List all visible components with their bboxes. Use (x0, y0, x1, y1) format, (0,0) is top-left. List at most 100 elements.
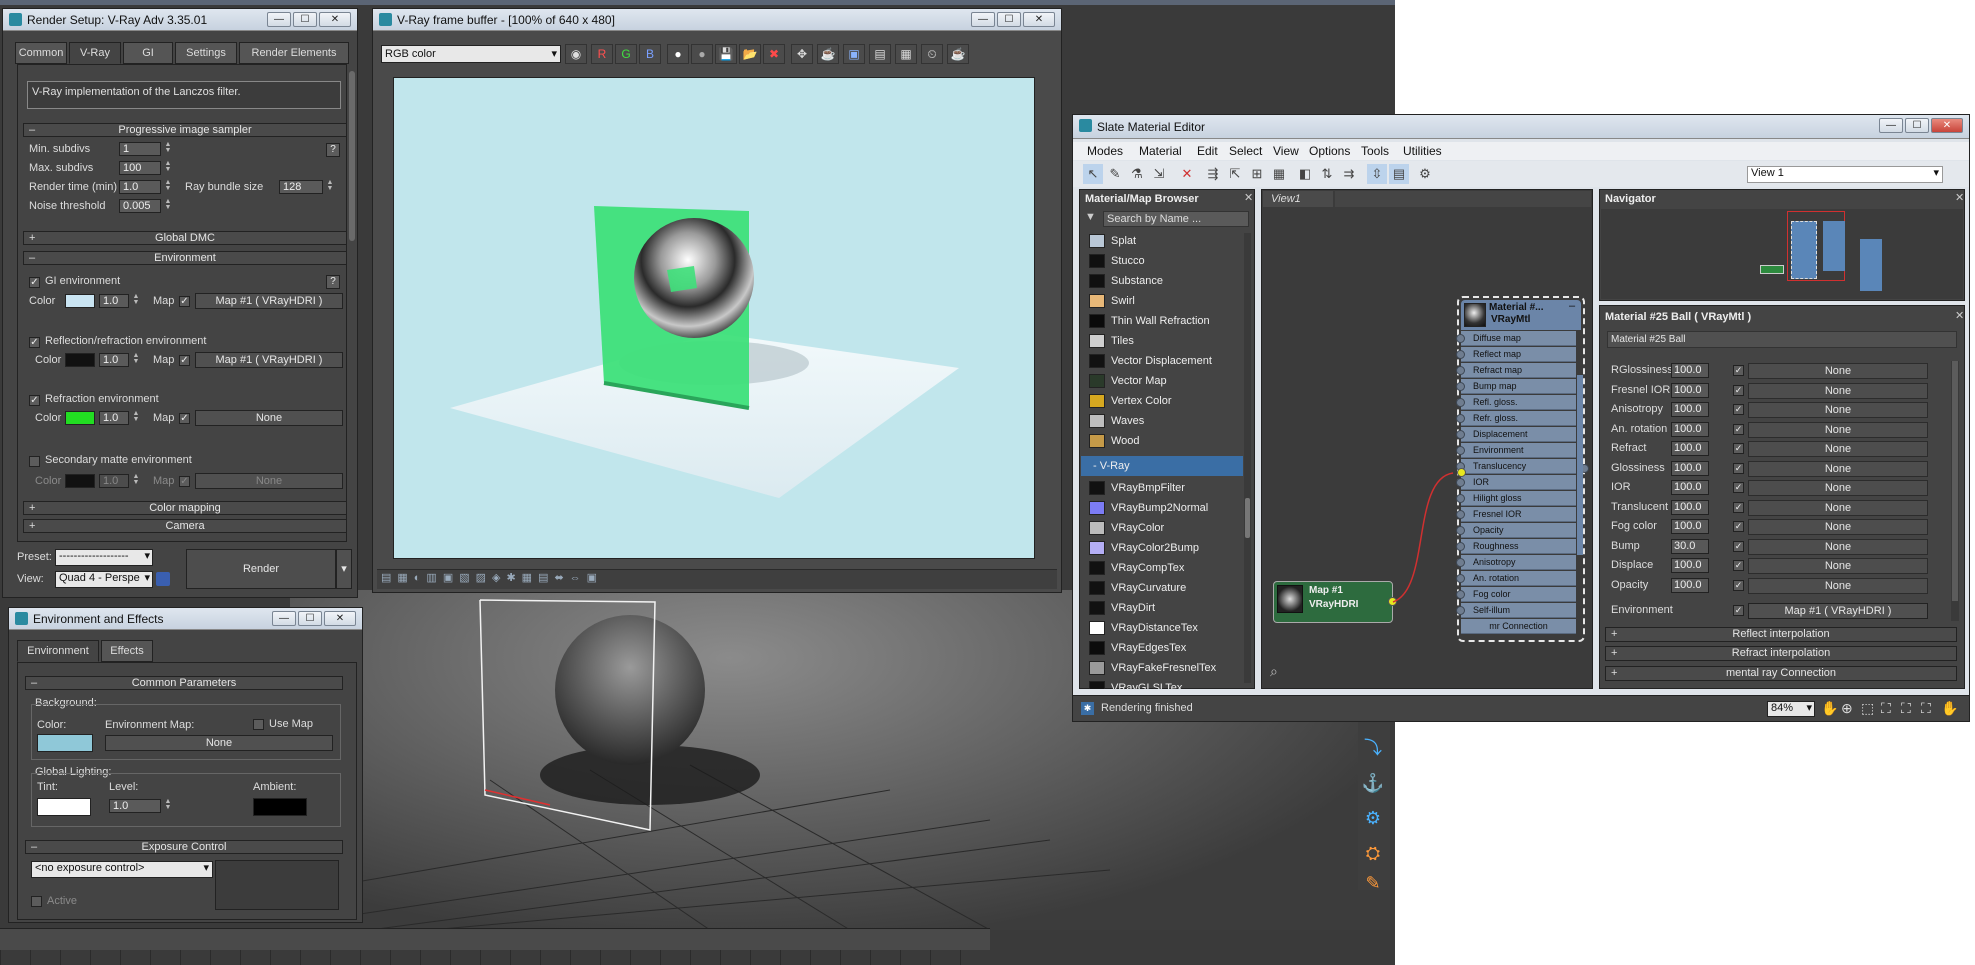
map-list-item[interactable]: VRayGLSLTex (1081, 678, 1243, 689)
param-map-button[interactable]: None (1748, 363, 1928, 379)
refl-env-checkbox[interactable]: ✓ (29, 337, 40, 348)
spinner-arrows[interactable]: ▲ ▼ (163, 160, 173, 175)
tab-effects[interactable]: Effects (101, 640, 153, 662)
active-checkbox[interactable] (31, 896, 42, 907)
ambient-swatch[interactable] (253, 798, 307, 816)
help-button[interactable]: ? (326, 143, 340, 157)
delete-icon[interactable]: ✕ (1177, 164, 1197, 184)
progressive-header[interactable]: – Progressive image sampler (23, 123, 347, 137)
show-map-icon[interactable]: ◧ (1295, 164, 1315, 184)
helper-icon-1[interactable]: ⤵ (1360, 735, 1386, 761)
param-map-button[interactable]: None (1748, 402, 1928, 418)
history-icon[interactable]: ⏲ (921, 44, 943, 64)
spinner-arrows[interactable]: ▲ ▼ (325, 179, 335, 194)
env-map-button[interactable]: None (105, 735, 333, 751)
helper-icon-4[interactable]: ⛭ (1360, 840, 1386, 866)
helper-icon-3[interactable]: ⚙ (1360, 805, 1386, 831)
pan-to-node-icon[interactable]: ✋ (1941, 700, 1958, 717)
tint-swatch[interactable] (37, 798, 91, 816)
map-list-item[interactable]: VRayBmpFilter (1081, 478, 1243, 498)
gi-color-swatch[interactable] (65, 294, 95, 308)
minimize-button[interactable]: — (267, 12, 291, 27)
close-button[interactable]: ✕ (324, 611, 356, 626)
pan-icon[interactable]: ✋ (1821, 700, 1838, 717)
common-params-header[interactable]: – Common Parameters (25, 676, 343, 690)
helper-icon-5[interactable]: ✎ (1360, 870, 1386, 896)
param-map-button[interactable]: None (1748, 382, 1928, 399)
refl-multiplier[interactable]: 1.0 (99, 353, 129, 367)
param-map-button[interactable]: None (1748, 499, 1928, 516)
map-list-item[interactable]: VRayEdgesTex (1081, 638, 1243, 658)
param-map-checkbox[interactable]: ✓ (1733, 443, 1744, 454)
refr-env-checkbox[interactable]: ✓ (29, 395, 40, 406)
select-by-material-icon[interactable]: ⚙ (1415, 164, 1435, 184)
sec-multiplier[interactable]: 1.0 (99, 474, 129, 488)
tab-vray[interactable]: V-Ray (69, 42, 121, 64)
red-channel-button[interactable]: R (591, 44, 613, 64)
hide-unused-icon[interactable]: ⇱ (1225, 164, 1245, 184)
mental-ray-rollout[interactable]: + mental ray Connection (1605, 666, 1957, 681)
lock-view-icon[interactable] (156, 572, 170, 586)
green-channel-button[interactable]: G (615, 44, 637, 64)
parameter-editor-toggle-icon[interactable]: ▤ (1389, 164, 1409, 184)
timeline[interactable] (0, 928, 990, 950)
global-dmc-rollout[interactable]: + Global DMC (23, 231, 347, 245)
maximize-button[interactable]: ☐ (997, 12, 1021, 27)
param-amount-field[interactable]: 100.0 (1671, 421, 1709, 437)
menu-select[interactable]: Select (1229, 144, 1262, 158)
tab-common[interactable]: Common (15, 42, 67, 64)
vray-group-header[interactable]: - V-Ray (1081, 456, 1243, 476)
sme-titlebar[interactable]: Slate Material Editor — ☐ ✕ (1073, 115, 1969, 139)
param-amount-field[interactable]: 100.0 (1671, 363, 1709, 378)
param-map-checkbox[interactable]: ✓ (1733, 482, 1744, 493)
gi-map-checkbox[interactable]: ✓ (179, 296, 190, 307)
put-to-scene-icon[interactable]: ⚗ (1127, 164, 1147, 184)
maximize-button[interactable]: ☐ (1905, 118, 1929, 133)
param-amount-field[interactable]: 100.0 (1671, 460, 1709, 476)
refr-color-swatch[interactable] (65, 411, 95, 425)
param-map-checkbox[interactable]: ✓ (1733, 462, 1744, 474)
param-map-button[interactable]: None (1748, 480, 1928, 496)
param-scrollbar[interactable] (1951, 361, 1959, 621)
map-list-item[interactable]: VRayColor (1081, 518, 1243, 538)
zoom-selected-icon[interactable]: ⛶ (1901, 700, 1911, 717)
helper-icon-2[interactable]: ⚓ (1360, 770, 1386, 796)
maximize-button[interactable]: ☐ (298, 611, 322, 626)
render-teapot-icon[interactable]: ☕ (947, 44, 969, 64)
layout-children-icon[interactable]: ⇉ (1339, 164, 1359, 184)
level-field[interactable]: 1.0 (109, 799, 161, 813)
browser-close-icon[interactable]: ✕ (1244, 191, 1253, 204)
gi-env-checkbox[interactable]: ✓ (29, 277, 40, 288)
sec-map-checkbox[interactable]: ✓ (179, 476, 190, 487)
map-list-item[interactable]: Vertex Color (1081, 391, 1243, 411)
min-subdivs-field[interactable]: 1 (119, 142, 161, 156)
spinner-arrows[interactable]: ▲ ▼ (131, 410, 141, 425)
tab-gi[interactable]: GI (123, 42, 173, 64)
browser-options-icon[interactable]: ▼ (1085, 211, 1101, 227)
layout-icon[interactable]: ⊞ (1247, 164, 1267, 184)
param-amount-field[interactable]: 30.0 (1671, 538, 1709, 554)
render-button[interactable]: Render (186, 549, 336, 589)
map-list-item[interactable]: Splat (1081, 231, 1243, 251)
map-list-item[interactable]: VRayCompTex (1081, 558, 1243, 578)
rendered-image[interactable] (393, 77, 1035, 559)
minimize-button[interactable]: — (1879, 118, 1903, 133)
map-list-item[interactable]: Vector Map (1081, 371, 1243, 391)
zoom-extents-icon[interactable]: ⛶ (1881, 700, 1891, 717)
gi-map-button[interactable]: Map #1 ( VRayHDRI ) (195, 293, 343, 309)
close-button[interactable]: ✕ (1931, 118, 1963, 133)
param-map-button[interactable]: None (1748, 519, 1928, 535)
param-amount-field[interactable]: 100.0 (1671, 577, 1709, 593)
sec-color-swatch[interactable] (65, 474, 95, 488)
param-map-button[interactable]: None (1748, 460, 1928, 477)
assign-material-icon[interactable]: ⇲ (1149, 164, 1169, 184)
browser-scrollbar[interactable] (1244, 233, 1251, 683)
menu-view[interactable]: View (1273, 144, 1299, 158)
layout-all-icon[interactable]: ⇅ (1317, 164, 1337, 184)
navigator-close-icon[interactable]: ✕ (1955, 191, 1964, 204)
param-map-checkbox[interactable]: ✓ (1733, 560, 1744, 571)
menu-modes[interactable]: Modes (1087, 144, 1123, 158)
map-list-item[interactable]: Vector Displacement (1081, 351, 1243, 371)
noise-field[interactable]: 0.005 (119, 199, 161, 213)
material-browser-toggle-icon[interactable]: ⇳ (1367, 164, 1387, 184)
